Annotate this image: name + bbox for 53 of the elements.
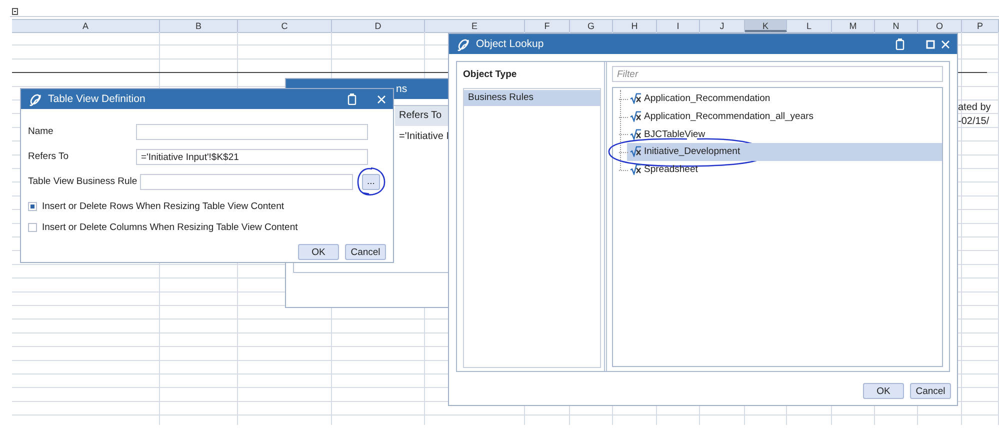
field-label: Refers To xyxy=(28,151,70,162)
formula-icon xyxy=(630,93,641,104)
checkbox-label: Insert or Delete Columns When Resizing Table View Content xyxy=(42,222,298,232)
close-icon[interactable] xyxy=(941,40,950,48)
clipboard-icon[interactable] xyxy=(347,93,357,105)
column-header[interactable]: K xyxy=(745,20,787,32)
column-header[interactable]: E xyxy=(425,20,525,32)
column-header[interactable]: P xyxy=(962,20,999,32)
column-header[interactable]: A xyxy=(12,20,160,32)
logo-icon xyxy=(456,36,470,52)
column-header: Refers To xyxy=(395,106,450,126)
ok-button[interactable]: OK xyxy=(863,383,904,399)
cell-text: ated by xyxy=(958,102,991,113)
column-header[interactable]: B xyxy=(160,20,238,32)
field-label: Name xyxy=(28,126,54,137)
dialog-title: Table View Definition xyxy=(48,93,146,105)
formula-icon xyxy=(630,146,641,158)
input-field[interactable] xyxy=(136,124,368,140)
table-cell-text: ='Initiative I xyxy=(398,130,450,142)
checkbox[interactable] xyxy=(28,202,37,210)
column-header[interactable]: O xyxy=(918,20,962,32)
formula-icon xyxy=(630,128,641,140)
browse-button[interactable]: ... xyxy=(362,174,380,190)
column-header[interactable]: C xyxy=(238,20,332,32)
column-header[interactable]: N xyxy=(875,20,918,32)
column-header[interactable]: H xyxy=(613,20,657,32)
cell-icon[interactable] xyxy=(12,8,18,15)
maximize-icon[interactable] xyxy=(926,40,935,48)
checkbox-label: Insert or Delete Rows When Resizing Table View Content xyxy=(42,200,284,212)
field-label: Table View Business Rule xyxy=(28,176,138,187)
clipboard-icon[interactable] xyxy=(895,38,905,50)
input-field[interactable]: ='Initiative Input'!$K$21 xyxy=(136,148,368,164)
cancel-button[interactable]: Cancel xyxy=(910,383,951,399)
close-icon[interactable] xyxy=(377,94,386,104)
column-header[interactable]: G xyxy=(570,20,613,32)
column-header[interactable]: L xyxy=(787,20,832,32)
window-title: ns xyxy=(396,83,408,95)
column-header[interactable]: D xyxy=(332,20,425,32)
logo-icon xyxy=(28,92,42,106)
dialog-title: Object Lookup xyxy=(476,38,545,50)
cell-text: -02/15/ xyxy=(958,116,990,127)
cancel-button[interactable]: Cancel xyxy=(345,244,386,260)
formula-icon xyxy=(630,164,641,176)
column-header[interactable]: F xyxy=(525,20,570,32)
panel-heading: Object Type xyxy=(463,68,518,82)
checkbox[interactable] xyxy=(28,222,37,232)
input-field[interactable] xyxy=(140,174,353,190)
list-item[interactable]: Business Rules xyxy=(464,90,600,106)
ok-button[interactable]: OK xyxy=(298,244,339,260)
formula-icon xyxy=(630,111,641,122)
filter-field[interactable]: Filter xyxy=(612,66,943,82)
column-header[interactable]: I xyxy=(657,20,700,32)
column-header[interactable]: M xyxy=(832,20,875,32)
